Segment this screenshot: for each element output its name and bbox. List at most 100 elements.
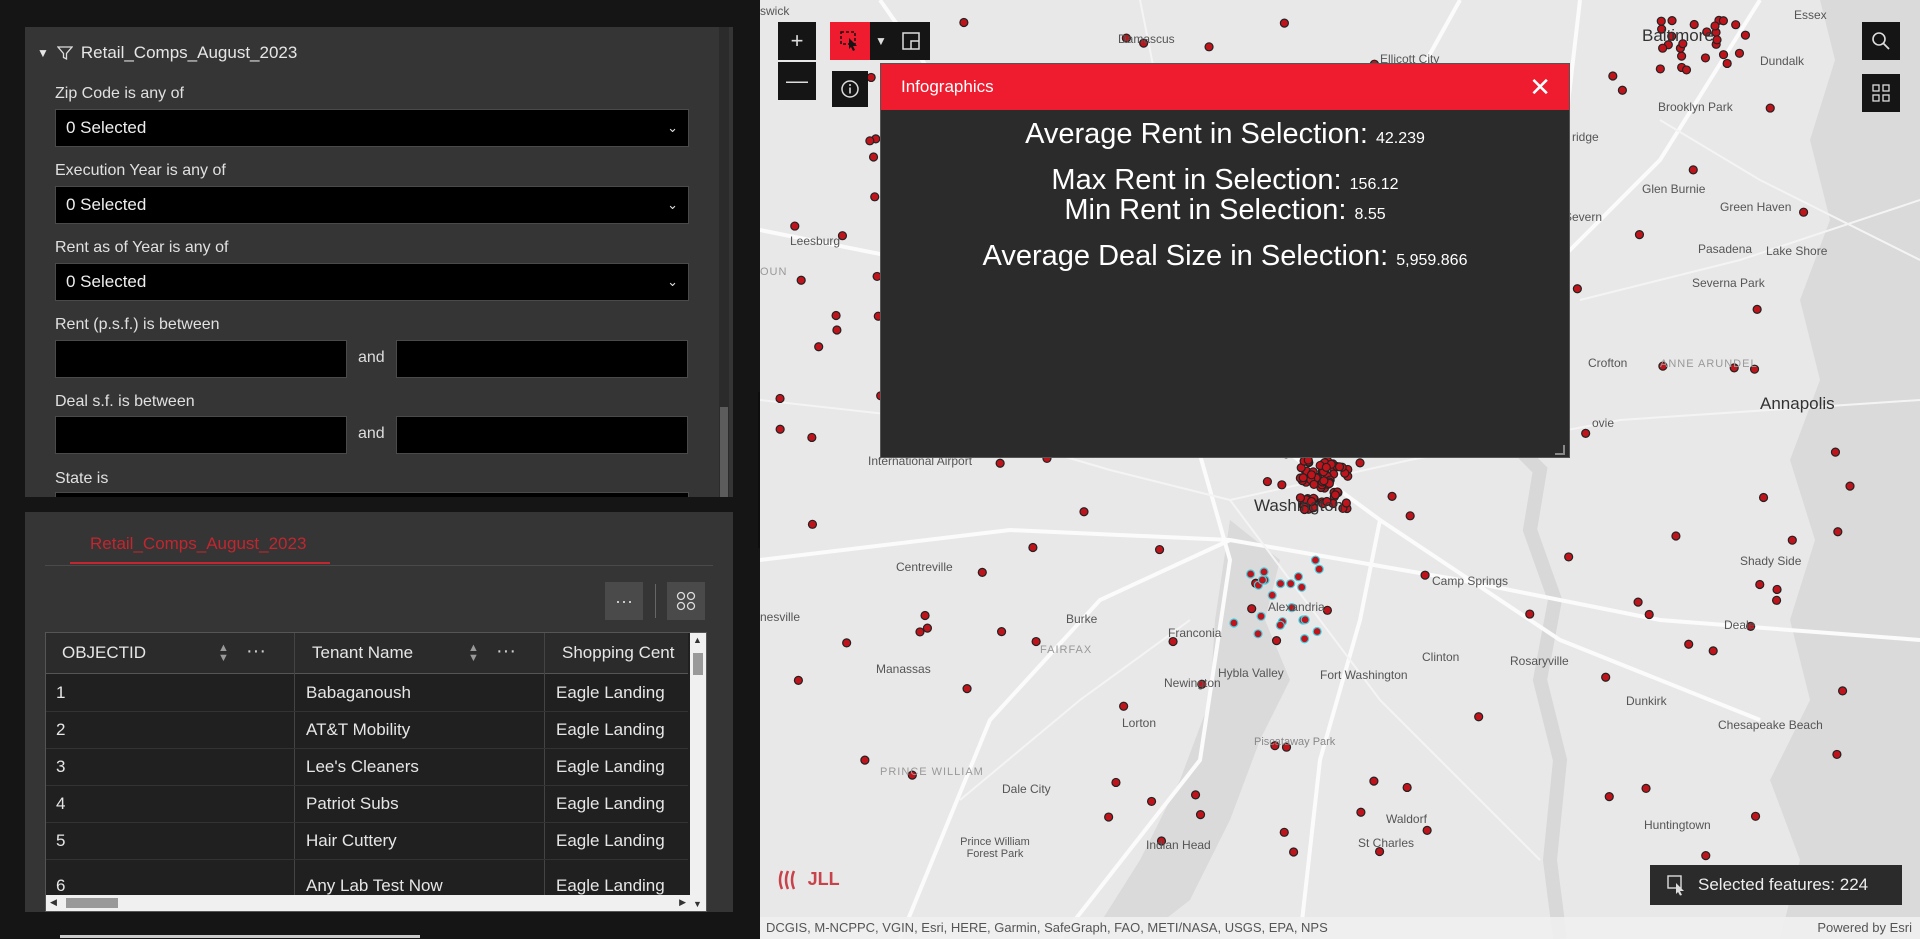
feature-marker[interactable]: [1740, 30, 1751, 40]
feature-marker[interactable]: [1787, 535, 1797, 545]
scrollbar-thumb[interactable]: [693, 653, 703, 675]
feature-marker[interactable]: [814, 342, 824, 352]
attribution-text[interactable]: DCGIS, M-NCPPC, VGIN, Esri, HERE, Garmin…: [766, 917, 1328, 939]
feature-marker[interactable]: [1799, 207, 1809, 217]
feature-marker[interactable]: [1681, 65, 1692, 75]
feature-marker[interactable]: [1079, 507, 1089, 517]
feature-marker[interactable]: [1641, 783, 1651, 794]
feature-marker[interactable]: [996, 626, 1007, 637]
collapse-triangle-icon[interactable]: ▼: [37, 46, 49, 60]
feature-marker[interactable]: [796, 275, 806, 285]
sort-icon[interactable]: ▲ ▼: [468, 643, 479, 664]
feature-marker[interactable]: [1195, 810, 1206, 820]
feature-marker[interactable]: [1677, 51, 1687, 61]
layout-toggle-button[interactable]: [667, 582, 705, 620]
table-row[interactable]: 5 Hair Cuttery Eagle Landing: [46, 822, 688, 860]
feature-marker[interactable]: [962, 684, 972, 694]
feature-marker[interactable]: [831, 310, 841, 321]
feature-marker[interactable]: [1256, 611, 1266, 621]
infographics-header[interactable]: Infographics ✕: [881, 64, 1569, 110]
feature-marker[interactable]: [1634, 230, 1645, 240]
feature-marker[interactable]: [1422, 825, 1432, 835]
feature-marker[interactable]: [1247, 604, 1257, 614]
feature-marker[interactable]: [1111, 777, 1121, 788]
feature-marker[interactable]: [1293, 572, 1304, 582]
feature-marker[interactable]: [1700, 53, 1711, 63]
feature-marker[interactable]: [1405, 511, 1415, 521]
search-button[interactable]: [1862, 22, 1900, 60]
feature-marker[interactable]: [775, 393, 785, 404]
feature-marker[interactable]: [1525, 609, 1535, 619]
basemap-gallery-button[interactable]: [1862, 74, 1900, 112]
feature-marker[interactable]: [1262, 476, 1273, 487]
feature-marker[interactable]: [1708, 646, 1718, 656]
feature-marker[interactable]: [1655, 64, 1665, 74]
table-row[interactable]: 4 Patriot Subs Eagle Landing: [46, 785, 688, 823]
feature-marker[interactable]: [1154, 544, 1165, 555]
feature-marker[interactable]: [775, 424, 785, 434]
feature-marker[interactable]: [1601, 672, 1611, 682]
feature-marker[interactable]: [1581, 428, 1591, 438]
zoom-out-button[interactable]: —: [778, 62, 816, 100]
feature-marker[interactable]: [920, 610, 930, 621]
feature-marker[interactable]: [807, 519, 818, 529]
feature-marker[interactable]: [1300, 615, 1310, 625]
rent-max-input[interactable]: [396, 340, 688, 378]
scroll-left-icon[interactable]: ◀: [50, 897, 57, 908]
feature-marker[interactable]: [1832, 749, 1842, 760]
column-header-shopping-center[interactable]: Shopping Cent: [562, 633, 674, 673]
column-header-objectid[interactable]: OBJECTID: [62, 633, 146, 673]
feature-marker[interactable]: [1341, 498, 1351, 508]
feature-marker[interactable]: [1604, 792, 1614, 802]
feature-marker[interactable]: [1253, 629, 1263, 639]
table-vertical-scrollbar[interactable]: ▲ ▼: [690, 633, 706, 911]
resize-handle[interactable]: [1555, 445, 1565, 455]
feature-marker[interactable]: [865, 136, 875, 146]
feature-marker[interactable]: [1701, 851, 1711, 861]
rent-min-input[interactable]: [55, 340, 347, 378]
feature-marker[interactable]: [1204, 42, 1214, 52]
feature-marker[interactable]: [1297, 582, 1307, 592]
feature-marker[interactable]: [1031, 636, 1041, 647]
table-row[interactable]: 2 AT&T Mobility Eagle Landing: [46, 711, 688, 749]
feature-marker[interactable]: [790, 221, 800, 231]
feature-marker[interactable]: [1321, 462, 1331, 472]
feature-marker[interactable]: [1718, 50, 1729, 60]
feature-marker[interactable]: [1731, 20, 1741, 30]
feature-marker[interactable]: [1229, 618, 1239, 628]
feature-marker[interactable]: [1671, 531, 1681, 541]
sort-icon[interactable]: ▲ ▼: [218, 643, 229, 664]
feature-marker[interactable]: [1833, 527, 1843, 537]
column-menu-icon[interactable]: ···: [496, 633, 516, 673]
feature-marker[interactable]: [1667, 16, 1677, 26]
feature-marker[interactable]: [1267, 590, 1277, 600]
feature-marker[interactable]: [1314, 564, 1324, 574]
feature-marker[interactable]: [1298, 473, 1308, 483]
tab-retail-comps[interactable]: Retail_Comps_August_2023: [90, 534, 306, 554]
feature-marker[interactable]: [868, 152, 879, 162]
feature-marker[interactable]: [807, 432, 817, 443]
zip-code-select[interactable]: 0 Selected ⌄: [55, 109, 689, 147]
feature-marker[interactable]: [922, 623, 933, 633]
column-header-tenant-name[interactable]: Tenant Name: [312, 633, 413, 673]
filter-scrollbar[interactable]: [719, 27, 729, 497]
feature-marker[interactable]: [1309, 479, 1319, 490]
feature-marker[interactable]: [1299, 634, 1310, 644]
feature-marker[interactable]: [915, 627, 925, 637]
feature-marker[interactable]: [1633, 597, 1643, 607]
feature-marker[interactable]: [1312, 626, 1322, 637]
deal-sf-min-input[interactable]: [55, 416, 347, 454]
column-menu-icon[interactable]: ···: [246, 633, 266, 673]
feature-marker[interactable]: [1830, 447, 1841, 457]
more-options-button[interactable]: ···: [605, 582, 643, 620]
feature-marker[interactable]: [1119, 701, 1129, 711]
close-icon[interactable]: ✕: [1529, 72, 1551, 103]
scroll-down-icon[interactable]: ▼: [693, 899, 702, 909]
feature-marker[interactable]: [1279, 827, 1289, 837]
feature-marker[interactable]: [1334, 462, 1345, 472]
feature-marker[interactable]: [1722, 58, 1732, 69]
feature-marker[interactable]: [793, 675, 803, 685]
feature-marker[interactable]: [1734, 48, 1745, 58]
feature-marker[interactable]: [1275, 620, 1285, 630]
feature-marker[interactable]: [842, 638, 852, 648]
